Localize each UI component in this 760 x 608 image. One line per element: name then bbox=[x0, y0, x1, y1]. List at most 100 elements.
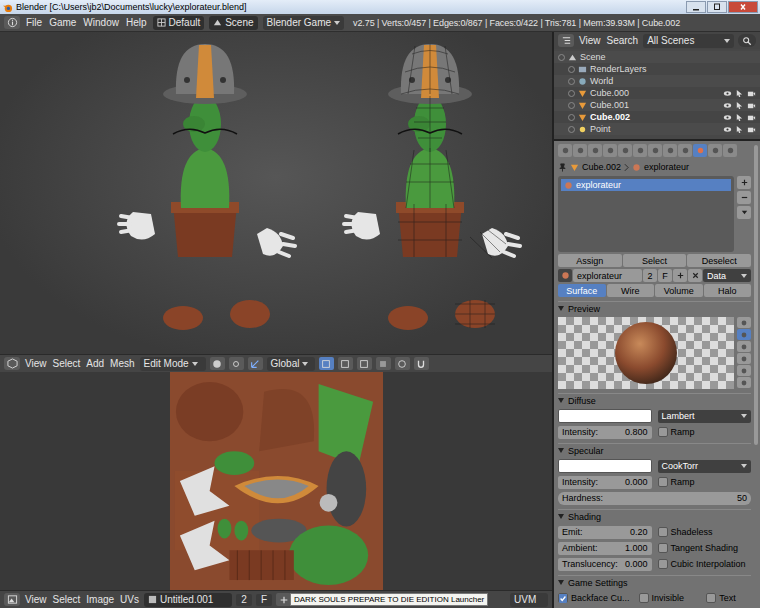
shading-checkbox[interactable]: Shadeless bbox=[658, 527, 752, 537]
ramp-checkbox[interactable]: Ramp bbox=[658, 427, 752, 437]
unlink-material-button[interactable] bbox=[688, 269, 702, 282]
new-image-button[interactable] bbox=[276, 593, 291, 606]
context-tab[interactable] bbox=[618, 144, 632, 157]
menu-item[interactable]: Game bbox=[48, 17, 77, 28]
scrollbar[interactable] bbox=[754, 145, 758, 445]
menu-item[interactable]: Image bbox=[85, 594, 115, 605]
editor-type-button[interactable] bbox=[4, 357, 20, 370]
cursor-icon[interactable] bbox=[735, 101, 744, 110]
context-tab[interactable] bbox=[708, 144, 722, 157]
image-selector[interactable]: Untitled.001 bbox=[144, 593, 232, 607]
outliner-item[interactable]: Cube.002 bbox=[554, 111, 760, 123]
mode-dropdown[interactable]: Edit Mode bbox=[140, 357, 206, 371]
menu-item[interactable]: Add bbox=[85, 358, 105, 369]
menu-item[interactable]: Search bbox=[606, 35, 640, 46]
context-tab[interactable] bbox=[648, 144, 662, 157]
preview-shape-button[interactable] bbox=[737, 317, 751, 328]
context-tab[interactable] bbox=[663, 144, 677, 157]
slot-button[interactable]: Select bbox=[623, 254, 687, 267]
maximize-button[interactable] bbox=[707, 1, 727, 13]
preview-shape-button[interactable] bbox=[737, 329, 751, 340]
material-name-field[interactable]: explorateur bbox=[573, 269, 642, 282]
cursor-icon[interactable] bbox=[735, 125, 744, 134]
expand-icon[interactable] bbox=[568, 66, 575, 73]
context-tab[interactable] bbox=[573, 144, 587, 157]
fake-user-toggle[interactable]: F bbox=[256, 594, 272, 606]
character-model[interactable] bbox=[0, 32, 552, 354]
select-mode-button[interactable] bbox=[338, 357, 353, 370]
menu-item[interactable]: Help bbox=[125, 17, 148, 28]
material-slot[interactable]: explorateur bbox=[561, 179, 731, 191]
menu-item[interactable]: Window bbox=[82, 17, 120, 28]
context-tab[interactable] bbox=[603, 144, 617, 157]
menu-item[interactable]: File bbox=[25, 17, 43, 28]
color-field[interactable] bbox=[558, 409, 652, 423]
expand-icon[interactable] bbox=[568, 114, 575, 121]
intensity-slider[interactable]: Intensity:0.800 bbox=[558, 426, 652, 439]
pivot-button[interactable] bbox=[229, 357, 244, 370]
context-tab[interactable] bbox=[723, 144, 737, 157]
material-browse-button[interactable] bbox=[558, 269, 572, 282]
eye-icon[interactable] bbox=[723, 89, 732, 98]
menu-item[interactable]: Select bbox=[52, 358, 82, 369]
users-count[interactable]: 2 bbox=[236, 594, 252, 606]
shader-dropdown[interactable]: Lambert bbox=[658, 410, 752, 423]
occlude-button[interactable] bbox=[376, 357, 391, 370]
panel-header[interactable]: Game Settings bbox=[558, 575, 751, 589]
pin-icon[interactable] bbox=[558, 163, 567, 172]
material-type-tab[interactable]: Wire bbox=[607, 284, 655, 297]
intensity-slider[interactable]: Intensity:0.000 bbox=[558, 476, 652, 489]
outliner-item[interactable]: World bbox=[554, 75, 760, 87]
color-field[interactable] bbox=[558, 459, 652, 473]
add-slot-button[interactable] bbox=[737, 176, 751, 189]
editor-type-button[interactable] bbox=[4, 16, 20, 29]
manipulator-button[interactable] bbox=[248, 357, 263, 370]
ramp-checkbox[interactable]: Ramp bbox=[658, 477, 752, 487]
preview-shape-button[interactable] bbox=[737, 365, 751, 376]
slot-menu-button[interactable] bbox=[737, 206, 751, 219]
expand-icon[interactable] bbox=[558, 54, 565, 61]
render-engine-dropdown[interactable]: Blender Game bbox=[263, 16, 344, 30]
shader-dropdown[interactable]: CookTorr bbox=[658, 460, 752, 473]
preview-shape-button[interactable] bbox=[737, 377, 751, 388]
material-users[interactable]: 2 bbox=[643, 269, 657, 282]
shading-checkbox[interactable]: Cubic Interpolation bbox=[658, 559, 752, 569]
select-mode-button[interactable] bbox=[319, 357, 334, 370]
camera-icon[interactable] bbox=[747, 113, 756, 122]
proportional-button[interactable] bbox=[395, 357, 410, 370]
outliner-item[interactable]: Point bbox=[554, 123, 760, 135]
shading-slider[interactable]: Emit:0.20 bbox=[558, 526, 652, 539]
eye-icon[interactable] bbox=[723, 101, 732, 110]
editor-type-button[interactable] bbox=[4, 593, 20, 606]
shading-button[interactable] bbox=[210, 357, 225, 370]
panel-header[interactable]: Diffuse bbox=[558, 393, 751, 407]
outliner-search[interactable] bbox=[738, 34, 756, 47]
menu-item[interactable]: View bbox=[578, 35, 602, 46]
eye-icon[interactable] bbox=[723, 125, 732, 134]
panel-header[interactable]: Shading bbox=[558, 509, 751, 523]
new-material-button[interactable] bbox=[673, 269, 687, 282]
camera-icon[interactable] bbox=[747, 101, 756, 110]
camera-icon[interactable] bbox=[747, 89, 756, 98]
expand-icon[interactable] bbox=[568, 90, 575, 97]
uv-texture[interactable] bbox=[169, 372, 384, 590]
context-tab[interactable] bbox=[558, 144, 572, 157]
hardness-field[interactable]: Hardness:50 bbox=[558, 492, 751, 505]
outliner-item[interactable]: Cube.000 bbox=[554, 87, 760, 99]
material-type-tab[interactable]: Surface bbox=[558, 284, 606, 297]
cursor-icon[interactable] bbox=[735, 89, 744, 98]
game-setting-checkbox[interactable]: Text bbox=[706, 593, 751, 603]
uv-map-field[interactable]: UVM bbox=[510, 593, 548, 607]
snap-button[interactable] bbox=[414, 357, 429, 370]
menu-item[interactable]: View bbox=[24, 358, 48, 369]
shading-slider[interactable]: Ambient:1.000 bbox=[558, 542, 652, 555]
game-setting-checkbox[interactable]: Invisible bbox=[639, 593, 703, 603]
preview-shape-button[interactable] bbox=[737, 353, 751, 364]
slot-button[interactable]: Assign bbox=[558, 254, 622, 267]
context-tab[interactable] bbox=[633, 144, 647, 157]
menu-item[interactable]: UVs bbox=[119, 594, 140, 605]
material-fake-user[interactable]: F bbox=[658, 269, 672, 282]
scene-selector[interactable]: Scene bbox=[209, 16, 257, 30]
close-button[interactable] bbox=[728, 1, 758, 13]
shading-slider[interactable]: Translucency:0.000 bbox=[558, 558, 652, 571]
